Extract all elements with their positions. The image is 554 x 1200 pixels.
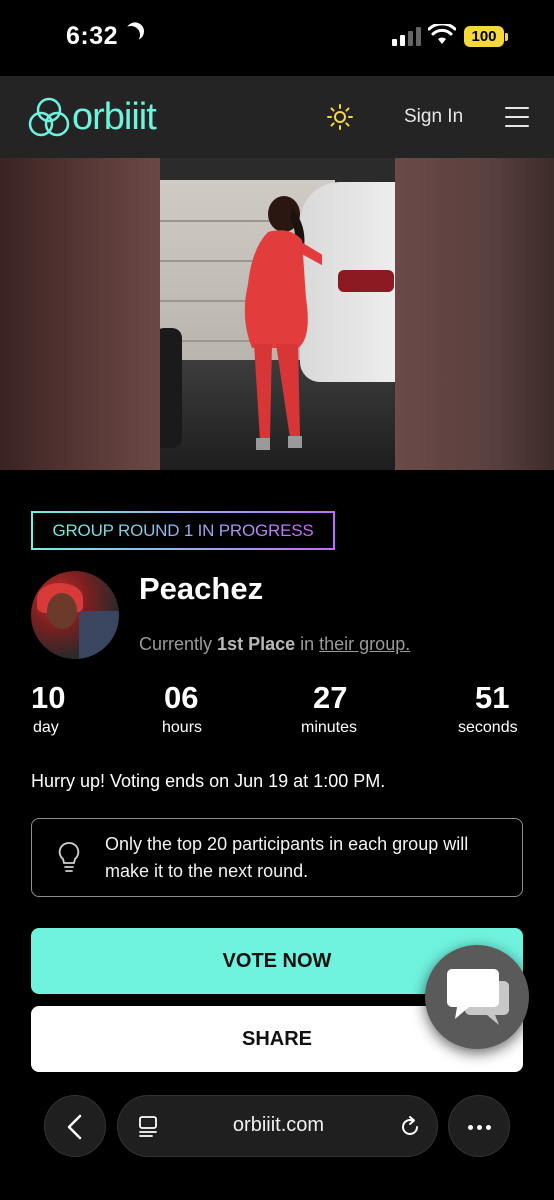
countdown-minutes-label: minutes	[301, 719, 358, 736]
hamburger-menu-icon[interactable]	[505, 107, 529, 127]
lightbulb-icon	[58, 842, 80, 872]
placement-value: 1st Place	[217, 634, 296, 654]
battery-nub	[505, 33, 508, 41]
chat-bubbles-icon	[447, 969, 509, 1025]
hero-blur-right	[395, 158, 554, 470]
countdown-seconds: 51	[475, 680, 510, 715]
person-figure	[244, 196, 322, 450]
app-header: orbiiit Sign In	[0, 76, 554, 158]
countdown-hours: 06	[164, 680, 199, 715]
reload-icon[interactable]	[398, 1115, 422, 1139]
chat-button[interactable]	[425, 945, 529, 1049]
browser-toolbar: orbiiit.com	[0, 1080, 554, 1200]
chevron-left-icon	[67, 1114, 82, 1140]
battery-indicator: 100	[464, 26, 504, 47]
participant-name: Peachez	[139, 571, 264, 606]
countdown-minutes: 27	[313, 680, 348, 715]
participant-photo	[160, 158, 395, 470]
url-text: orbiiit.com	[232, 1114, 325, 1136]
orbiiit-logo[interactable]: orbiiit	[28, 96, 157, 139]
logo-text: orbiiit	[72, 96, 157, 138]
moon-icon	[119, 23, 142, 46]
wifi-icon	[428, 24, 456, 44]
countdown-hours-label: hours	[162, 719, 203, 736]
address-bar[interactable]: orbiiit.com	[117, 1095, 438, 1157]
status-time: 6:32	[66, 22, 119, 50]
round-status-badge: GROUP ROUND 1 IN PROGRESS	[31, 511, 335, 550]
countdown-days-label: day	[33, 719, 59, 736]
status-bar: 6:32 100	[0, 0, 554, 76]
dark-car	[160, 328, 182, 448]
round-status-text: GROUP ROUND 1 IN PROGRESS	[52, 520, 314, 540]
info-tip-box: Only the top 20 participants in each gro…	[31, 818, 523, 897]
cellular-signal-icon	[392, 26, 422, 46]
countdown-seconds-label: seconds	[458, 719, 518, 736]
voting-deadline-text: Hurry up! Voting ends on Jun 19 at 1:00 …	[31, 771, 386, 791]
sign-in-link[interactable]: Sign In	[404, 106, 463, 128]
hero-blur-left	[0, 158, 160, 470]
browser-back-button[interactable]	[44, 1095, 106, 1157]
participant-placement: Currently 1st Place in their group.	[139, 634, 411, 654]
info-tip-text: Only the top 20 participants in each gro…	[105, 834, 469, 881]
logo-rings-icon	[28, 97, 70, 136]
hero-image	[0, 158, 554, 470]
sun-icon[interactable]	[327, 104, 353, 130]
their-group-link[interactable]: their group.	[319, 634, 410, 654]
countdown-days: 10	[31, 680, 66, 715]
car-taillight	[338, 270, 394, 292]
participant-avatar	[31, 571, 119, 659]
more-options-button[interactable]	[448, 1095, 510, 1157]
